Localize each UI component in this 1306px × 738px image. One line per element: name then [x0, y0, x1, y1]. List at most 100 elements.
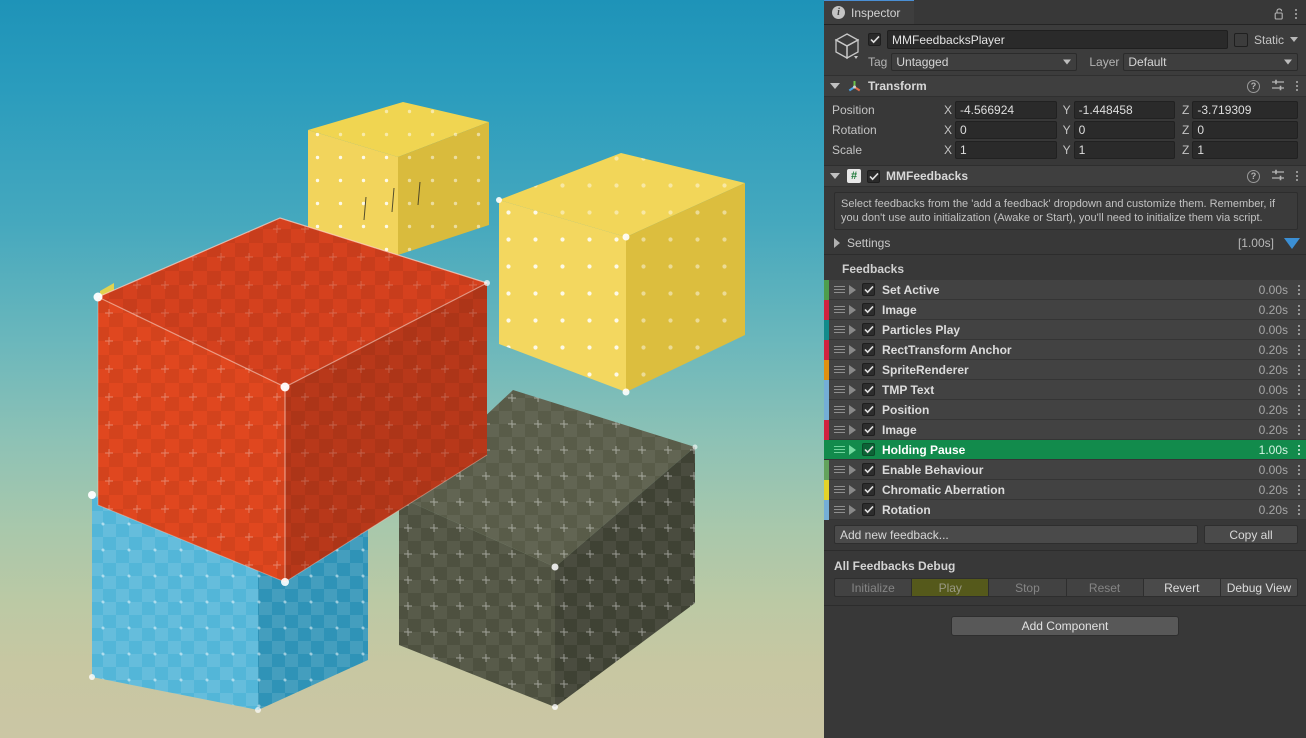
feedback-menu-icon[interactable] [1298, 464, 1306, 475]
feedback-drag-handle-icon[interactable] [829, 306, 849, 313]
feedback-enabled-checkbox[interactable] [862, 423, 875, 436]
feedback-foldout-icon[interactable] [849, 344, 856, 355]
feedback-foldout-icon[interactable] [849, 404, 856, 415]
debug-button-reset[interactable]: Reset [1065, 578, 1144, 597]
presets-icon[interactable] [1271, 79, 1285, 94]
feedback-menu-icon[interactable] [1298, 444, 1306, 455]
feedback-foldout-icon[interactable] [849, 424, 856, 435]
static-dropdown-icon[interactable] [1290, 37, 1298, 42]
red-cube[interactable] [93, 215, 495, 590]
feedback-menu-icon[interactable] [1298, 324, 1306, 335]
scale-z-input[interactable]: 1 [1192, 140, 1299, 159]
feedback-menu-icon[interactable] [1298, 424, 1306, 435]
feedback-enabled-checkbox[interactable] [862, 443, 875, 456]
feedback-menu-icon[interactable] [1298, 344, 1306, 355]
copy-all-button[interactable]: Copy all [1204, 525, 1298, 544]
feedback-drag-handle-icon[interactable] [829, 406, 849, 413]
tab-inspector[interactable]: i Inspector [824, 0, 915, 24]
yellow-cube-right[interactable] [495, 145, 750, 396]
feedback-enabled-checkbox[interactable] [862, 403, 875, 416]
feedback-drag-handle-icon[interactable] [829, 346, 849, 353]
transform-foldout-icon[interactable] [830, 83, 840, 89]
feedback-enabled-checkbox[interactable] [862, 463, 875, 476]
feedback-enabled-checkbox[interactable] [862, 383, 875, 396]
feedback-menu-icon[interactable] [1298, 364, 1306, 375]
feedback-foldout-icon[interactable] [849, 304, 856, 315]
debug-button-play[interactable]: Play [911, 578, 990, 597]
tag-dropdown[interactable]: Untagged [891, 53, 1078, 71]
feedback-enabled-checkbox[interactable] [862, 483, 875, 496]
feedback-enabled-checkbox[interactable] [862, 283, 875, 296]
feedback-drag-handle-icon[interactable] [829, 426, 849, 433]
feedback-enabled-checkbox[interactable] [862, 303, 875, 316]
debug-button-debug-view[interactable]: Debug View [1219, 578, 1299, 597]
scene-viewport[interactable] [0, 0, 824, 738]
position-x-input[interactable]: -4.566924 [955, 100, 1057, 119]
position-y-input[interactable]: -1.448458 [1073, 100, 1176, 119]
feedback-foldout-icon[interactable] [849, 504, 856, 515]
add-feedback-dropdown[interactable]: Add new feedback... [834, 525, 1198, 544]
feedback-drag-handle-icon[interactable] [829, 506, 849, 513]
feedback-row[interactable]: Image 0.20s [824, 419, 1306, 440]
help-icon[interactable]: ? [1247, 169, 1260, 183]
debug-button-revert[interactable]: Revert [1142, 578, 1221, 597]
feedback-row[interactable]: Rotation 0.20s [824, 499, 1306, 520]
feedback-row[interactable]: TMP Text 0.00s [824, 379, 1306, 400]
feedback-foldout-icon[interactable] [849, 484, 856, 495]
lock-open-icon[interactable] [1274, 7, 1285, 20]
debug-button-initialize[interactable]: Initialize [834, 578, 913, 597]
feedback-row[interactable]: Position 0.20s [824, 399, 1306, 420]
feedback-row[interactable]: Holding Pause 1.00s [824, 440, 1306, 460]
feedback-foldout-icon[interactable] [849, 364, 856, 375]
feedback-foldout-icon[interactable] [849, 444, 856, 455]
feedback-menu-icon[interactable] [1298, 384, 1306, 395]
feedback-row[interactable]: Image 0.20s [824, 299, 1306, 320]
settings-foldout-icon[interactable] [834, 238, 840, 248]
feedback-foldout-icon[interactable] [849, 284, 856, 295]
feedback-menu-icon[interactable] [1298, 284, 1306, 295]
rotation-z-input[interactable]: 0 [1192, 120, 1299, 139]
help-icon[interactable]: ? [1247, 79, 1260, 93]
feedback-menu-icon[interactable] [1298, 404, 1306, 415]
feedback-foldout-icon[interactable] [849, 464, 856, 475]
rotation-x-input[interactable]: 0 [955, 120, 1057, 139]
feedback-row[interactable]: Enable Behaviour 0.00s [824, 459, 1306, 480]
play-triangle-icon[interactable] [1284, 237, 1300, 249]
add-component-button[interactable]: Add Component [951, 616, 1179, 636]
feedback-row[interactable]: Particles Play 0.00s [824, 319, 1306, 340]
scale-x-input[interactable]: 1 [955, 140, 1057, 159]
feedback-drag-handle-icon[interactable] [829, 486, 849, 493]
transform-header[interactable]: Transform ? [824, 76, 1306, 97]
mmfeedbacks-menu-icon[interactable] [1296, 171, 1298, 181]
gameobject-name-input[interactable]: MMFeedbacksPlayer [887, 30, 1228, 49]
static-checkbox[interactable] [1233, 32, 1248, 47]
feedback-foldout-icon[interactable] [849, 384, 856, 395]
feedback-row[interactable]: RectTransform Anchor 0.20s [824, 339, 1306, 360]
feedback-menu-icon[interactable] [1298, 484, 1306, 495]
feedback-enabled-checkbox[interactable] [862, 323, 875, 336]
presets-icon[interactable] [1271, 169, 1285, 184]
feedback-drag-handle-icon[interactable] [829, 446, 849, 453]
position-z-input[interactable]: -3.719309 [1192, 100, 1299, 119]
feedback-foldout-icon[interactable] [849, 324, 856, 335]
transform-menu-icon[interactable] [1296, 81, 1298, 91]
feedback-enabled-checkbox[interactable] [862, 363, 875, 376]
feedback-drag-handle-icon[interactable] [829, 466, 849, 473]
feedback-row[interactable]: Set Active 0.00s [824, 279, 1306, 300]
mmfeedbacks-foldout-icon[interactable] [830, 173, 840, 179]
feedback-drag-handle-icon[interactable] [829, 386, 849, 393]
feedback-drag-handle-icon[interactable] [829, 286, 849, 293]
gameobject-enabled-checkbox[interactable] [868, 33, 881, 46]
layer-dropdown[interactable]: Default [1123, 53, 1298, 71]
mmfeedbacks-header[interactable]: # MMFeedbacks ? [824, 166, 1306, 187]
rotation-y-input[interactable]: 0 [1073, 120, 1176, 139]
feedback-drag-handle-icon[interactable] [829, 326, 849, 333]
settings-foldout-row[interactable]: Settings [1.00s] [824, 233, 1306, 255]
feedback-enabled-checkbox[interactable] [862, 503, 875, 516]
feedback-drag-handle-icon[interactable] [829, 366, 849, 373]
feedback-enabled-checkbox[interactable] [862, 343, 875, 356]
feedback-menu-icon[interactable] [1298, 504, 1306, 515]
feedback-row[interactable]: Chromatic Aberration 0.20s [824, 479, 1306, 500]
debug-button-stop[interactable]: Stop [988, 578, 1067, 597]
mmfeedbacks-enabled-checkbox[interactable] [867, 169, 880, 183]
